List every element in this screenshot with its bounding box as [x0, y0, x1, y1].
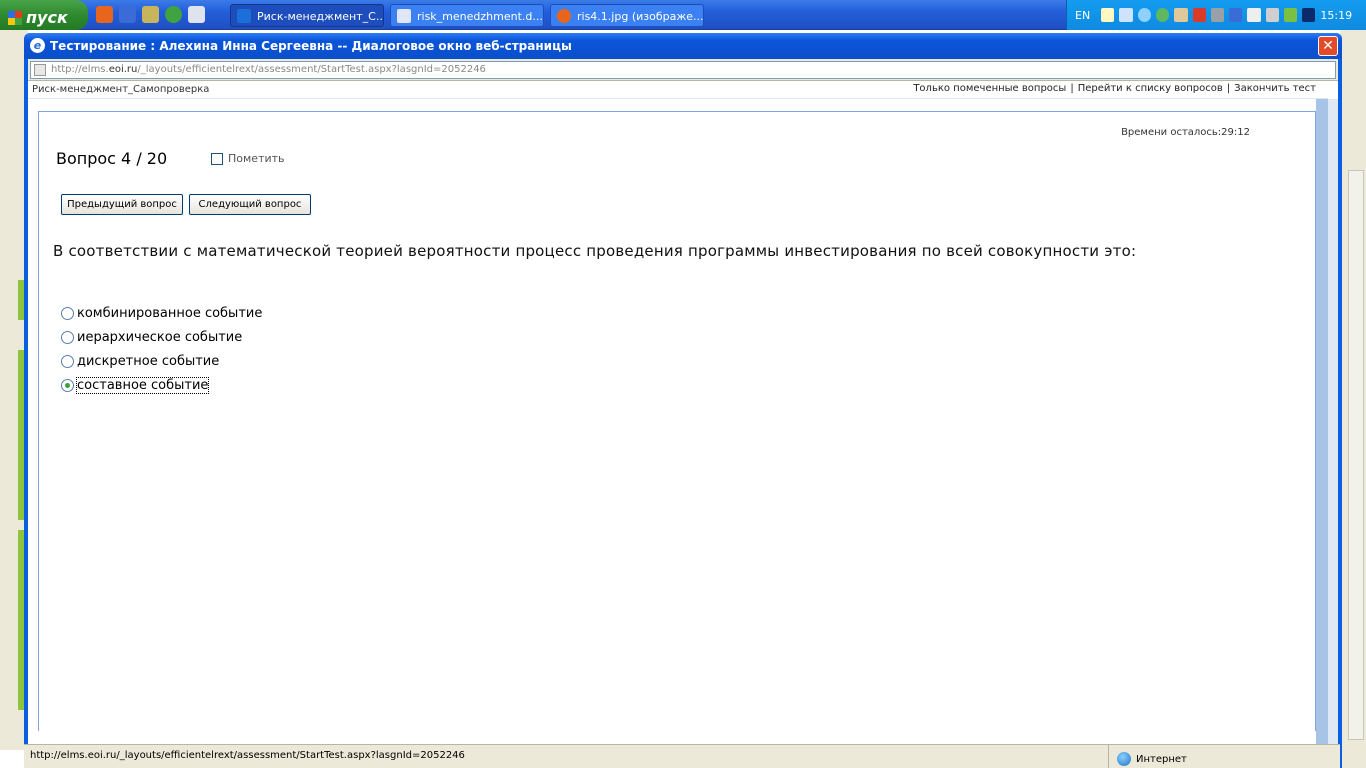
app-icon[interactable]	[142, 6, 159, 23]
answer-option[interactable]: комбинированное событие	[61, 301, 262, 325]
task-button-image[interactable]: ris4.1.jpg (изображе...	[550, 4, 704, 27]
answer-list: комбинированное событие иерархическое со…	[61, 301, 262, 397]
address-prefix: http://elms.	[51, 64, 109, 75]
system-tray: EN 15:19	[1066, 0, 1366, 30]
device-icon[interactable]	[1265, 8, 1279, 22]
frame-side-bar-light	[1328, 99, 1338, 744]
language-indicator[interactable]: EN	[1075, 9, 1090, 22]
question-list-link[interactable]: Перейти к списку вопросов	[1078, 83, 1223, 94]
save-icon[interactable]	[119, 6, 136, 23]
dialog-titlebar[interactable]: e Тестирование : Алехина Инна Сергеевна …	[24, 33, 1342, 59]
start-label: пуск	[26, 8, 68, 27]
answer-label[interactable]: составное событие	[75, 376, 210, 394]
zone-label: Интернет	[1136, 753, 1187, 765]
time-remaining: Времени осталось:29:12	[1121, 127, 1250, 138]
network-icon[interactable]	[1119, 8, 1133, 22]
help-icon[interactable]	[1101, 8, 1115, 22]
messenger-icon[interactable]	[1302, 8, 1316, 22]
answer-option[interactable]: иерархическое событие	[61, 325, 262, 349]
windows-flag-icon	[8, 10, 22, 25]
marked-questions-link[interactable]: Только помеченные вопросы	[913, 83, 1066, 94]
finish-test-link[interactable]: Закончить тест	[1234, 83, 1316, 94]
ie-icon	[237, 9, 251, 23]
address-rest: /_layouts/efficientelrext/assessment/Sta…	[137, 64, 486, 75]
firefox-icon[interactable]	[96, 6, 113, 23]
answer-radio[interactable]	[61, 306, 74, 320]
ie-icon: e	[30, 38, 45, 53]
answer-label[interactable]: иерархическое событие	[77, 330, 242, 345]
dialog-window: e Тестирование : Алехина Инна Сергеевна …	[24, 33, 1342, 768]
task-label: Риск-менеджмент_С...	[257, 10, 384, 23]
close-button[interactable]: ✕	[1318, 36, 1338, 56]
status-url: http://elms.eoi.ru/_layouts/efficientelr…	[30, 750, 465, 761]
task-button-risk-test[interactable]: Риск-менеджмент_С...	[230, 4, 384, 27]
mark-toggle[interactable]: Пометить	[211, 152, 285, 165]
pencil-icon[interactable]	[1283, 8, 1298, 22]
link-separator: |	[1070, 83, 1074, 94]
clock[interactable]: 15:19	[1320, 9, 1352, 22]
question-number: Вопрос 4 / 20	[56, 149, 168, 168]
taskbar: пуск Риск-менеджмент_С... risk_menedzhme…	[0, 0, 1366, 30]
task-button-word-doc[interactable]: risk_menedzhment.d...	[390, 4, 544, 27]
word-icon	[397, 9, 411, 23]
question-frame: Времени осталось:29:12 Вопрос 4 / 20 Пом…	[38, 111, 1316, 731]
address-bar: http://elms.eoi.ru/_layouts/efficientelr…	[28, 59, 1338, 81]
back-icon[interactable]	[1137, 8, 1151, 22]
show-desktop-icon[interactable]	[188, 6, 205, 23]
globe-icon	[1117, 752, 1131, 766]
breadcrumb: Риск-менеджмент_Самопроверка	[32, 84, 210, 95]
previous-question-button[interactable]: Предыдущий вопрос	[61, 194, 183, 215]
link-separator: |	[1226, 83, 1231, 94]
task-label: risk_menedzhment.d...	[417, 10, 543, 23]
start-button[interactable]: пуск	[0, 0, 88, 30]
address-field[interactable]: http://elms.eoi.ru/_layouts/efficientelr…	[30, 61, 1336, 79]
top-links: Только помеченные вопросы | Перейти к спис…	[913, 83, 1316, 94]
antivirus-icon[interactable]	[1192, 8, 1206, 22]
address-domain: eoi.ru	[108, 64, 138, 75]
frame-side-bar	[1316, 99, 1328, 744]
mark-label: Пометить	[228, 152, 285, 165]
security-zone[interactable]: Интернет	[1108, 745, 1308, 768]
utorrent-icon[interactable]	[165, 6, 182, 23]
mark-checkbox[interactable]	[211, 152, 223, 165]
firefox-icon	[557, 9, 571, 23]
next-question-button[interactable]: Следующий вопрос	[189, 194, 311, 215]
page-icon	[34, 64, 46, 76]
monitor-icon[interactable]	[1210, 8, 1225, 22]
answer-radio-selected[interactable]	[61, 378, 74, 392]
question-text: В соответствии с математической теорией …	[53, 242, 1137, 260]
volume-icon[interactable]	[1247, 8, 1261, 22]
quick-launch	[96, 6, 205, 23]
tray-app-icon[interactable]	[1174, 8, 1188, 22]
sync-icon[interactable]	[1155, 8, 1170, 22]
dialog-body: Риск-менеджмент_Самопроверка Только поме…	[28, 81, 1338, 746]
dialog-title: Тестирование : Алехина Инна Сергеевна --…	[50, 39, 572, 53]
task-label: ris4.1.jpg (изображе...	[577, 10, 704, 23]
answer-label[interactable]: дискретное событие	[77, 354, 219, 369]
answer-label[interactable]: комбинированное событие	[77, 306, 262, 321]
answer-radio[interactable]	[61, 330, 74, 344]
answer-radio[interactable]	[61, 354, 74, 368]
keyboard-icon[interactable]	[1229, 8, 1243, 22]
header-row: Риск-менеджмент_Самопроверка Только поме…	[28, 81, 1328, 99]
background-scrollbar[interactable]	[1348, 170, 1364, 740]
status-bar: http://elms.eoi.ru/_layouts/efficientelr…	[24, 744, 1340, 768]
answer-option[interactable]: дискретное событие	[61, 349, 262, 373]
answer-option-selected[interactable]: составное событие	[61, 373, 262, 397]
